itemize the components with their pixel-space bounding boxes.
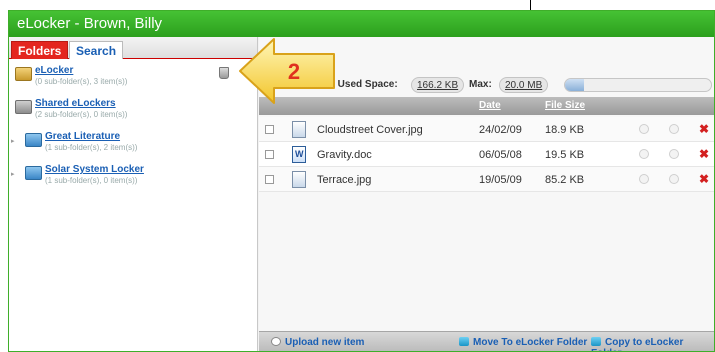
table-row[interactable]: Terrace.jpg 19/05/09 85.2 KB ✖ <box>259 167 714 192</box>
tree-node-solar-system[interactable]: ▸ Solar System Locker (1 sub-folder(s), … <box>9 164 257 197</box>
edit-icon[interactable] <box>669 124 679 134</box>
header-file-size[interactable]: File Size <box>545 100 585 111</box>
folders-panel: Folders Search eLocker (0 sub-folder(s),… <box>9 37 258 351</box>
upload-label: Upload new item <box>285 337 365 348</box>
move-label: Move To eLocker Folder <box>473 337 588 348</box>
used-space-label: r Used Space: <box>331 79 398 90</box>
file-size: 18.9 KB <box>545 124 585 136</box>
tab-search[interactable]: Search <box>69 41 124 59</box>
tree-node-subtitle: (2 sub-folder(s), 0 item(s)) <box>35 110 128 119</box>
table-row[interactable]: Gravity.doc 06/05/08 19.5 KB ✖ <box>259 142 714 167</box>
tree-node-great-literature[interactable]: ▸ Great Literature (1 sub-folder(s), 2 i… <box>9 131 257 164</box>
expand-arrow-icon[interactable]: ▸ <box>11 170 15 178</box>
callout-number: 2 <box>288 59 300 84</box>
edit-icon[interactable] <box>669 174 679 184</box>
delete-icon[interactable]: ✖ <box>699 147 709 161</box>
row-checkbox[interactable] <box>265 125 274 134</box>
image-file-icon <box>292 171 306 188</box>
view-icon[interactable] <box>639 174 649 184</box>
used-space-value: 166.2 KB <box>411 77 465 93</box>
window-title: eLocker - Brown, Billy <box>9 11 714 37</box>
books-folder-icon <box>25 166 42 180</box>
file-date: 19/05/09 <box>479 174 522 186</box>
table-row[interactable]: Cloudstreet Cover.jpg 24/02/09 18.9 KB ✖ <box>259 117 714 142</box>
usage-progress-bar <box>564 78 712 92</box>
view-icon[interactable] <box>639 149 649 159</box>
tree-node-title[interactable]: Solar System Locker <box>45 164 144 175</box>
file-date: 24/02/09 <box>479 124 522 136</box>
row-checkbox[interactable] <box>265 150 274 159</box>
step-callout-arrow: 2 <box>239 38 335 104</box>
folder-tree: eLocker (0 sub-folder(s), 3 item(s)) Sha… <box>9 59 257 197</box>
file-name[interactable]: Gravity.doc <box>317 149 372 161</box>
delete-icon[interactable]: ✖ <box>699 122 709 136</box>
tree-node-shared[interactable]: Shared eLockers (2 sub-folder(s), 0 item… <box>9 98 257 131</box>
row-checkbox[interactable] <box>265 175 274 184</box>
tree-node-subtitle: (1 sub-folder(s), 2 item(s)) <box>45 143 138 152</box>
tab-strip: Folders Search <box>9 37 257 59</box>
upload-icon <box>271 337 281 346</box>
copy-label: Copy to eLocker Folder <box>591 337 684 351</box>
delete-icon[interactable]: ✖ <box>699 172 709 186</box>
elocker-window: eLocker - Brown, Billy Folders Search eL… <box>8 10 715 352</box>
file-name[interactable]: Terrace.jpg <box>317 174 371 186</box>
usage-progress-fill <box>565 79 584 91</box>
top-edge-line <box>530 0 531 10</box>
tree-node-elocker[interactable]: eLocker (0 sub-folder(s), 3 item(s)) <box>9 65 257 98</box>
copy-folder-icon <box>591 337 601 346</box>
tree-node-subtitle: (1 sub-folder(s), 0 item(s)) <box>45 176 138 185</box>
word-file-icon <box>292 146 306 163</box>
file-date: 06/05/08 <box>479 149 522 161</box>
file-size: 85.2 KB <box>545 174 585 186</box>
header-date[interactable]: Date <box>479 100 501 111</box>
copy-to-folder-button[interactable]: Copy to eLocker Folder <box>591 337 714 351</box>
action-footer: Upload new item Move To eLocker Folder C… <box>259 331 714 351</box>
file-size: 19.5 KB <box>545 149 585 161</box>
view-icon[interactable] <box>639 124 649 134</box>
tree-node-title[interactable]: eLocker <box>35 65 73 76</box>
file-name[interactable]: Cloudstreet Cover.jpg <box>317 124 423 136</box>
tab-folders[interactable]: Folders <box>11 41 69 59</box>
max-space-value: 20.0 MB <box>499 77 549 93</box>
grey-folder-icon <box>15 100 32 114</box>
tree-node-subtitle: (0 sub-folder(s), 3 item(s)) <box>35 77 128 86</box>
books-folder-icon <box>25 133 42 147</box>
max-space-label: Max: <box>469 79 492 90</box>
tree-node-title[interactable]: Shared eLockers <box>35 98 116 109</box>
edit-icon[interactable] <box>669 149 679 159</box>
image-file-icon <box>292 121 306 138</box>
move-folder-icon <box>459 337 469 346</box>
tree-node-title[interactable]: Great Literature <box>45 131 120 142</box>
gold-folder-icon <box>15 67 32 81</box>
trash-icon[interactable] <box>219 67 229 79</box>
expand-arrow-icon[interactable]: ▸ <box>11 137 15 145</box>
upload-button[interactable]: Upload new item <box>271 337 364 348</box>
move-to-folder-button[interactable]: Move To eLocker Folder <box>459 337 587 348</box>
